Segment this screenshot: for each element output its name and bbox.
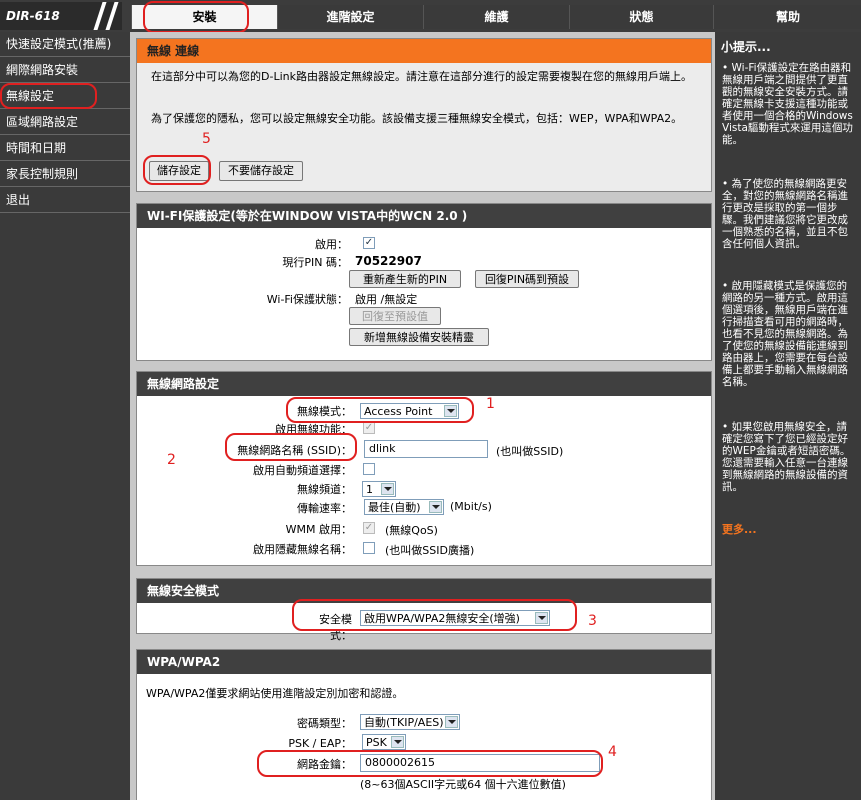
help-tip-hidden: • 啟用隱藏模式是保護您的網路的另一種方式。啟用這個選項後，無線用戶端在進行掃描… [722,280,848,388]
psk-eap-value: PSK [366,736,387,749]
panel-title: WPA/WPA2 [137,650,711,674]
annotation-number-5: 5 [202,131,211,147]
dont-save-button[interactable]: 不要儲存設定 [219,161,303,181]
auto-channel-checkbox[interactable] [363,463,375,475]
intro-paragraph-1: 在這部分中可以為您的D-Link路由器設定無線設定。請注意在這部分進行的設定需要… [151,70,692,83]
annotation-oval-key [257,750,603,777]
help-tip-wps: • Wi-Fi保護設定在路由器和無線用戶端之間提供了更直觀的無線安全安裝方式。請… [722,62,853,146]
menu-item-quick-setup[interactable]: 快速設定模式(推薦) [0,32,130,57]
restore-default-button[interactable]: 回復至預設值 [349,307,441,325]
cipher-type-label: 密碼類型： [297,717,352,730]
left-menu: 快速設定模式(推薦) 網際網路安裝 無線設定 區域網路設定 時間和日期 家長控制… [0,32,130,800]
annotation-number-3: 3 [588,613,597,629]
menu-item-lan[interactable]: 區域網路設定 [0,110,130,135]
wps-pin-label: 現行PIN 碼： [282,256,348,269]
channel-value: 1 [366,483,373,496]
wpa-description: WPA/WPA2僅要求網站使用進階設定別加密和認證。 [146,687,404,700]
annotation-oval-save [143,155,211,185]
annotation-oval-menu [0,83,97,109]
menu-item-logout[interactable]: 退出 [0,188,130,213]
help-tip-security: • 如果您啟用無線安全，請確定您寫下了您已經設定好的WEP金鑰或者短語密碼。您還… [722,421,851,493]
annotation-oval-tab [143,1,249,33]
tx-rate-value: 最佳(自動) [368,501,421,514]
tab-maintenance[interactable]: 維護 [423,5,569,29]
hidden-ssid-note: (也叫做SSID廣播) [385,544,475,557]
help-sidebar [715,32,861,800]
network-key-note: (8~63個ASCII字元或64 個十六進位數值) [360,778,566,791]
wps-status-value: 啟用 /無設定 [355,293,418,306]
menu-item-internet[interactable]: 網際網路安裝 [0,58,130,83]
chevron-down-icon [445,716,458,728]
panel-title: 無線 連線 [137,39,711,63]
ssid-input[interactable]: dlink [364,440,488,458]
wmm-checkbox[interactable]: ✓ [363,522,375,534]
tx-rate-unit: (Mbit/s) [450,500,492,513]
panel-wireless-intro: 無線 連線 在這部分中可以為您的D-Link路由器設定無線設定。請注意在這部分進… [136,38,712,192]
tab-help[interactable]: 幫助 [713,5,861,29]
annotation-number-1: 1 [486,396,495,412]
tx-rate-label: 傳輸速率： [297,502,352,515]
wmm-note: (無線QoS) [385,524,438,537]
brand-logo: DIR-618 [0,2,122,30]
wps-enable-checkbox[interactable]: ✓ [363,237,375,249]
help-more-link[interactable]: 更多... [722,521,757,537]
channel-select[interactable]: 1 [362,481,396,497]
hidden-ssid-checkbox[interactable] [363,542,375,554]
chevron-down-icon [391,736,404,748]
chevron-down-icon [429,501,442,513]
menu-item-time[interactable]: 時間和日期 [0,136,130,161]
auto-channel-label: 啟用自動頻道選擇： [253,464,352,477]
annotation-oval-security [292,599,577,631]
regenerate-pin-button[interactable]: 重新產生新的PIN [349,270,461,288]
tab-advanced[interactable]: 進階設定 [277,5,423,29]
intro-paragraph-2: 為了保護您的隱私，您可以設定無線安全功能。該設備支援三種無線安全模式，包括：WE… [151,112,683,125]
cipher-type-value: 自動(TKIP/AES) [364,716,444,729]
ssid-note: (也叫做SSID) [496,445,564,458]
tab-status[interactable]: 狀態 [569,5,713,29]
panel-title: 無線網路設定 [137,372,711,396]
annotation-number-4: 4 [608,744,617,760]
help-title: 小提示... [721,40,771,54]
annotation-oval-mode [286,397,474,423]
panel-title: WI-FI保護設定(等於在WINDOW VISTA中的WCN 2.0 ) [137,204,711,228]
menu-item-parental[interactable]: 家長控制規則 [0,162,130,187]
reset-pin-button[interactable]: 回復PIN碼到預設 [475,270,579,288]
cipher-type-select[interactable]: 自動(TKIP/AES) [360,714,460,730]
wps-pin-value: 70522907 [355,254,422,268]
psk-eap-select[interactable]: PSK [362,734,406,750]
wireless-enable-checkbox[interactable]: ✓ [363,422,375,434]
logo-slash [105,2,119,30]
wmm-label: WMM 啟用： [285,523,352,536]
channel-label: 無線頻道： [297,483,352,496]
annotation-oval-ssid [225,433,357,461]
wps-enable-label: 啟用： [315,238,348,251]
hidden-ssid-label: 啟用隱藏無線名稱： [253,543,352,556]
model-name: DIR-618 [6,9,60,23]
help-tip-ssid: • 為了使您的無線網路更安全，對您的無線網路名稱進行更改是採取的第一個步驟。我們… [722,178,848,250]
tx-rate-select[interactable]: 最佳(自動) [364,499,444,515]
wps-status-label: Wi-Fi保護狀態： [266,293,348,306]
annotation-number-2: 2 [167,452,176,468]
logo-slash [93,2,107,30]
chevron-down-icon [381,483,394,495]
add-device-wizard-button[interactable]: 新增無線設備安裝精靈 [349,328,489,346]
psk-eap-label: PSK / EAP： [288,737,352,750]
